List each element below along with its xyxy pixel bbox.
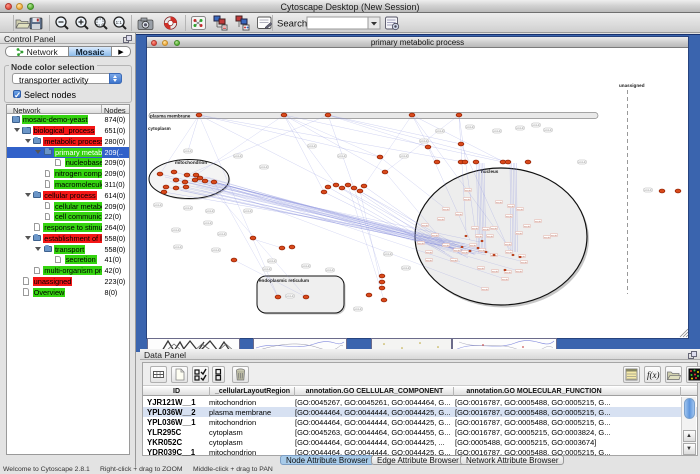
svg-text:xxx1-dr: xxx1-dr — [212, 249, 220, 252]
svg-text:xxx1-dr: xxx1-dr — [154, 204, 162, 207]
svg-text:xxx-dr: xxx-dr — [506, 215, 512, 218]
svg-text:xxx1-dr: xxx1-dr — [268, 260, 276, 263]
svg-text:xxx-dr: xxx-dr — [426, 259, 432, 262]
svg-text:xxx1-dr: xxx1-dr — [402, 267, 410, 270]
svg-text:xxx-dr: xxx-dr — [422, 224, 428, 227]
svg-text:xxx-dr: xxx-dr — [443, 208, 449, 211]
svg-text:xxx-dr: xxx-dr — [508, 205, 514, 208]
svg-text:xxx1-dr: xxx1-dr — [172, 229, 180, 232]
svg-text:xxx-dr: xxx-dr — [502, 278, 508, 281]
svg-text:xxx1-dr: xxx1-dr — [218, 233, 226, 236]
svg-text:xxx-dr: xxx-dr — [470, 244, 476, 247]
svg-text:xxx-dr: xxx-dr — [544, 236, 550, 239]
svg-text:xxx-dr: xxx-dr — [516, 270, 522, 273]
svg-text:xxx1-dr: xxx1-dr — [578, 161, 586, 164]
svg-text:xxx1-dr: xxx1-dr — [263, 268, 271, 271]
svg-text:xxx1-dr: xxx1-dr — [326, 269, 334, 272]
svg-text:xxx1-dr: xxx1-dr — [493, 130, 501, 133]
svg-text:xxx1-dr: xxx1-dr — [338, 155, 346, 158]
svg-text:xxx-dr: xxx-dr — [506, 251, 512, 254]
svg-text:xxx-dr: xxx-dr — [465, 189, 471, 192]
svg-text:xxx1-dr: xxx1-dr — [308, 145, 316, 148]
svg-text:xxx-dr: xxx-dr — [505, 271, 511, 274]
svg-text:xxx1-dr: xxx1-dr — [544, 129, 552, 132]
svg-text:xxx-dr: xxx-dr — [432, 234, 438, 237]
svg-text:xxx-dr: xxx-dr — [464, 198, 470, 201]
svg-text:xxx-dr: xxx-dr — [516, 232, 522, 235]
svg-text:f(x): f(x) — [647, 370, 660, 380]
svg-text:nucleus: nucleus — [481, 169, 499, 174]
svg-text:xxx1-dr: xxx1-dr — [184, 150, 192, 153]
svg-text:xxx-dr: xxx-dr — [454, 249, 460, 252]
svg-text:xxx-dr: xxx-dr — [487, 235, 493, 238]
svg-text:xxx-dr: xxx-dr — [521, 261, 527, 264]
svg-text:xxx1-dr: xxx1-dr — [400, 155, 408, 158]
svg-text:xxx-dr: xxx-dr — [491, 227, 497, 230]
svg-text:xxx-dr: xxx-dr — [524, 225, 530, 228]
svg-text:xxx1-dr: xxx1-dr — [436, 130, 444, 133]
svg-text:xxx-dr: xxx-dr — [456, 213, 462, 216]
svg-text:endoplasmic reticulum: endoplasmic reticulum — [259, 278, 309, 283]
svg-text:xxx-dr: xxx-dr — [443, 244, 449, 247]
svg-text:xxx1-dr: xxx1-dr — [174, 246, 182, 249]
svg-text:xxx1-dr: xxx1-dr — [466, 126, 474, 129]
svg-text:xxx1-dr: xxx1-dr — [204, 222, 212, 225]
svg-text:xxx-dr: xxx-dr — [517, 208, 523, 211]
svg-text:xxx1-dr: xxx1-dr — [184, 207, 192, 210]
svg-text:xxx-dr: xxx-dr — [426, 251, 432, 254]
svg-text:cytoplasm: cytoplasm — [148, 126, 171, 131]
svg-text:xxx1-dr: xxx1-dr — [532, 124, 540, 127]
svg-text:xxx-dr: xxx-dr — [478, 267, 484, 270]
svg-text:xxx-dr: xxx-dr — [551, 234, 557, 237]
svg-text:xxx-dr: xxx-dr — [482, 288, 488, 291]
svg-text:xxx1-dr: xxx1-dr — [244, 210, 252, 213]
svg-text:xxx-dr: xxx-dr — [476, 235, 482, 238]
svg-text:1:1: 1:1 — [116, 20, 123, 25]
svg-text:xxx1-dr: xxx1-dr — [260, 166, 268, 169]
svg-text:xxx-dr: xxx-dr — [483, 228, 489, 231]
svg-text:xxx-dr: xxx-dr — [535, 220, 541, 223]
svg-text:xxx-dr: xxx-dr — [505, 243, 511, 246]
svg-text:plasma membrane: plasma membrane — [150, 113, 191, 118]
svg-text:xxx-dr: xxx-dr — [451, 259, 457, 262]
svg-text:xxx-dr: xxx-dr — [472, 227, 478, 230]
svg-text:mitochondrion: mitochondrion — [175, 160, 207, 165]
svg-text:xxx1-dr: xxx1-dr — [516, 127, 524, 130]
svg-text:xxx1-dr: xxx1-dr — [206, 210, 214, 213]
svg-text:Search:: Search: — [277, 19, 310, 30]
svg-text:xxx-dr: xxx-dr — [492, 270, 498, 273]
svg-text:xxx1-dr: xxx1-dr — [302, 265, 310, 268]
svg-text:xxx1-dr: xxx1-dr — [354, 308, 362, 311]
svg-text:xxx-dr: xxx-dr — [496, 201, 502, 204]
svg-text:xxx1-dr: xxx1-dr — [420, 140, 428, 143]
svg-text:xxx1-dr: xxx1-dr — [234, 155, 242, 158]
svg-text:xxx1-dr: xxx1-dr — [384, 253, 392, 256]
svg-text:xxx-dr: xxx-dr — [438, 218, 444, 221]
svg-text:xxx-dr: xxx-dr — [418, 242, 424, 245]
svg-text:unassigned: unassigned — [619, 83, 645, 88]
svg-text:xxx-dr: xxx-dr — [479, 249, 485, 252]
svg-text:xxx1-dr: xxx1-dr — [644, 189, 652, 192]
svg-text:xxx1-dr: xxx1-dr — [286, 295, 294, 298]
svg-text:xxx-dr: xxx-dr — [462, 251, 468, 254]
